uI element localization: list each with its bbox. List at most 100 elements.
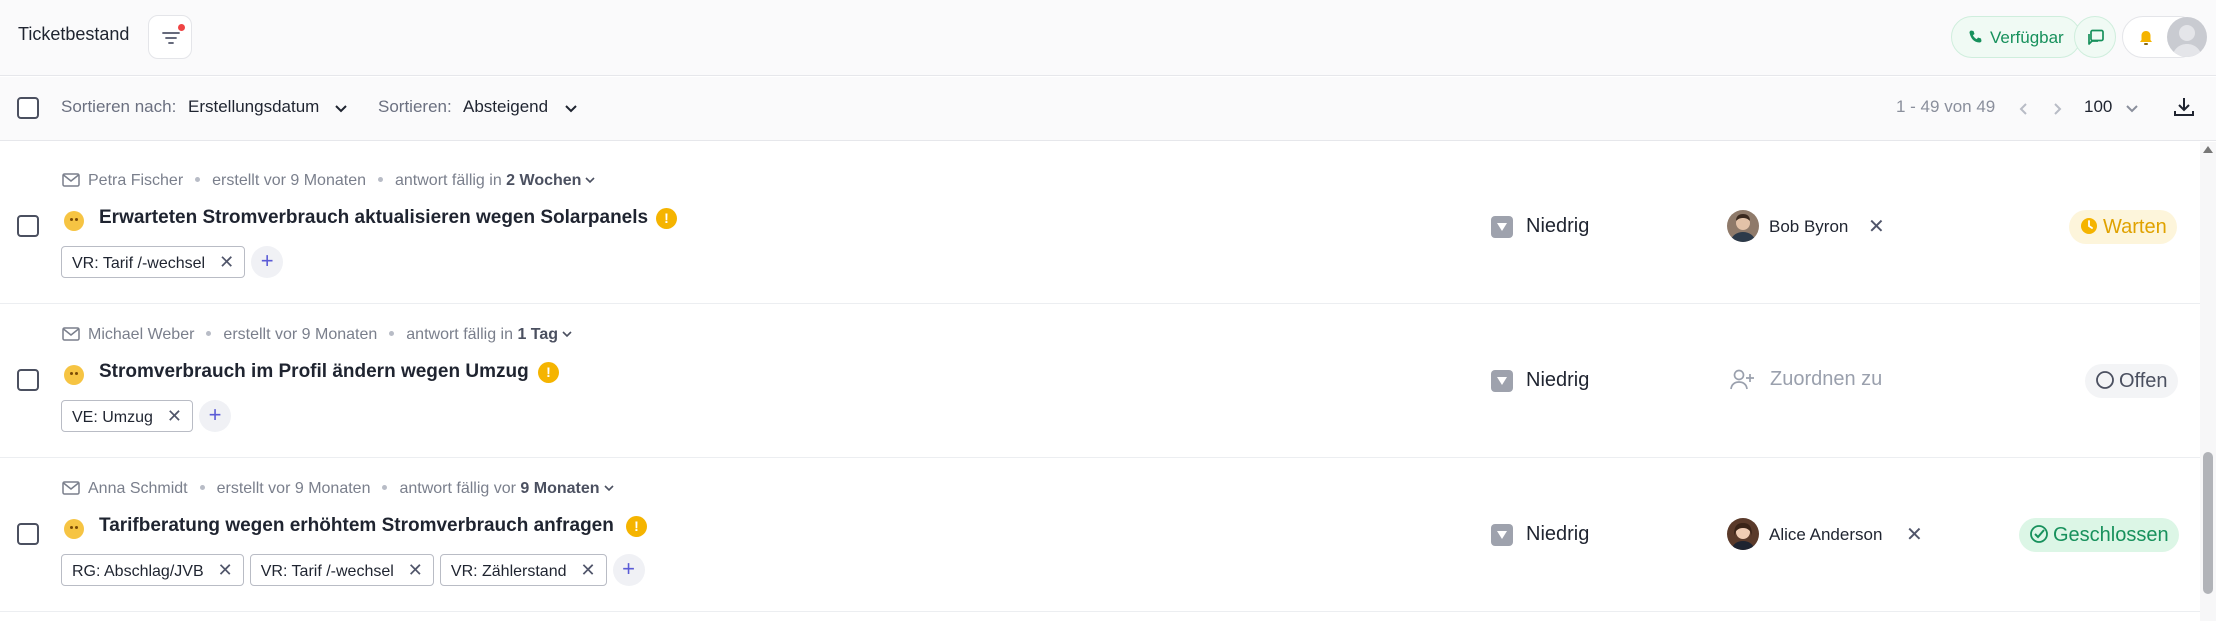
tag-label: VE: Umzug — [72, 409, 153, 426]
assign-user-icon[interactable] — [1729, 368, 1755, 392]
availability-button[interactable]: Verfügbar — [1951, 16, 2081, 58]
add-tag-button[interactable]: + — [251, 246, 284, 278]
assignee-avatar — [1727, 210, 1759, 242]
row-checkbox[interactable] — [17, 369, 39, 391]
chevron-down-icon[interactable] — [563, 101, 579, 117]
row-checkbox[interactable] — [17, 215, 39, 237]
ticket-title[interactable]: Erwarteten Stromverbrauch aktualisieren … — [99, 207, 648, 229]
chevron-down-icon[interactable] — [2124, 101, 2140, 117]
scrollbar-thumb[interactable] — [2203, 452, 2213, 594]
close-icon[interactable]: ✕ — [581, 555, 596, 585]
sentiment-icon — [64, 211, 84, 231]
tag-chip[interactable]: VR: Tarif /-wechsel ✕ — [249, 554, 434, 586]
priority-label[interactable]: Niedrig — [1526, 523, 1589, 546]
download-icon[interactable] — [2172, 95, 2196, 119]
due-prefix: antwort fällig in — [406, 326, 513, 343]
ticket-title[interactable]: Tarifberatung wegen erhöhtem Stromverbra… — [99, 515, 614, 537]
close-icon[interactable]: ✕ — [1868, 214, 1885, 239]
tag-list: VE: Umzug ✕ + — [61, 400, 232, 432]
list-toolbar: Sortieren nach: Erstellungsdatum Sortier… — [0, 77, 2216, 141]
avatar[interactable] — [2167, 17, 2207, 57]
ticket-meta: Petra Fischer erstellt vor 9 Monaten antwo… — [62, 172, 596, 190]
assignee-name[interactable]: Bob Byron — [1769, 217, 1848, 237]
next-page-icon[interactable] — [2049, 101, 2065, 117]
add-tag-button[interactable]: + — [612, 554, 645, 586]
mail-icon — [62, 327, 80, 341]
chevron-down-icon[interactable] — [561, 328, 573, 340]
warning-icon: ! — [656, 208, 677, 229]
chevron-down-icon[interactable] — [333, 101, 349, 117]
bell-icon — [2140, 31, 2152, 45]
priority-icon — [1491, 524, 1513, 546]
priority-icon — [1491, 370, 1513, 392]
due-value[interactable]: 9 Monaten — [520, 480, 599, 497]
requester-name: Petra Fischer — [88, 172, 184, 189]
chevron-down-icon[interactable] — [603, 482, 615, 494]
add-tag-button[interactable]: + — [199, 400, 232, 432]
priority-label[interactable]: Niedrig — [1526, 215, 1589, 238]
close-icon[interactable]: ✕ — [219, 247, 234, 277]
user-menu[interactable] — [2122, 16, 2207, 58]
status-badge[interactable]: Warten — [2069, 210, 2177, 244]
tag-label: VR: Tarif /-wechsel — [72, 255, 206, 272]
availability-label: Verfügbar — [1990, 28, 2064, 47]
created-time: erstellt vor 9 Monaten — [216, 480, 371, 497]
notification-dot — [178, 24, 185, 31]
close-icon[interactable]: ✕ — [408, 555, 423, 585]
row-checkbox[interactable] — [17, 523, 39, 545]
created-time: erstellt vor 9 Monaten — [223, 326, 378, 343]
table-row[interactable]: Petra Fischer erstellt vor 9 Monaten antwo… — [0, 150, 2200, 304]
ticket-meta: Anna Schmidt erstellt vor 9 Monaten antwor… — [62, 480, 615, 498]
due-value[interactable]: 1 Tag — [517, 326, 558, 343]
mail-icon — [62, 173, 80, 187]
requester-name: Anna Schmidt — [88, 480, 188, 497]
tag-label: VR: Zählerstand — [450, 563, 567, 580]
page-size-select[interactable]: 100 — [2084, 97, 2112, 117]
tag-list: RG: Abschlag/JVB ✕ VR: Tarif /-wechsel ✕ VR:… — [61, 554, 645, 586]
filter-button[interactable] — [148, 15, 192, 59]
status-label: Warten — [2103, 216, 2167, 238]
status-badge[interactable]: Offen — [2085, 364, 2178, 398]
scroll-up-arrow-icon[interactable] — [2203, 146, 2213, 153]
check-circle-icon — [2030, 525, 2048, 543]
tag-chip[interactable]: VR: Zählerstand ✕ — [439, 554, 607, 586]
page-title: Ticketbestand — [18, 24, 130, 44]
sort-order-label: Sortieren: — [378, 97, 452, 116]
chevron-down-icon[interactable] — [584, 174, 596, 186]
sort-by-select[interactable]: Erstellungsdatum — [188, 97, 319, 117]
chat-icon — [2088, 29, 2104, 45]
status-label: Geschlossen — [2053, 524, 2169, 546]
due-prefix: antwort fällig vor — [399, 480, 516, 497]
assignee-name[interactable]: Alice Anderson — [1769, 525, 1882, 545]
close-icon[interactable]: ✕ — [1906, 522, 1923, 547]
close-icon[interactable]: ✕ — [218, 555, 233, 585]
warning-icon: ! — [626, 516, 647, 537]
created-time: erstellt vor 9 Monaten — [212, 172, 366, 189]
table-row[interactable]: Michael Weber erstellt vor 9 Monaten antwo… — [0, 304, 2200, 458]
tag-chip[interactable]: VR: Tarif /-wechsel ✕ — [61, 246, 246, 278]
assign-button[interactable]: Zuordnen zu — [1770, 368, 1882, 391]
table-row[interactable]: Anna Schmidt erstellt vor 9 Monaten antwor… — [0, 458, 2200, 612]
priority-icon — [1491, 216, 1513, 238]
sort-by-label: Sortieren nach: — [61, 97, 177, 116]
phone-icon — [1969, 30, 1982, 43]
priority-label[interactable]: Niedrig — [1526, 369, 1589, 392]
tag-chip[interactable]: RG: Abschlag/JVB ✕ — [61, 554, 244, 586]
sort-order-select[interactable]: Absteigend — [463, 97, 548, 117]
pager-range: 1 - 49 von 49 — [1896, 97, 1996, 116]
tag-list: VR: Tarif /-wechsel ✕ + — [61, 246, 284, 278]
clock-icon — [2081, 218, 2097, 234]
close-icon[interactable]: ✕ — [167, 401, 182, 431]
due-prefix: antwort fällig in — [395, 172, 502, 189]
requester-name: Michael Weber — [88, 326, 195, 343]
select-all-checkbox[interactable] — [17, 97, 39, 119]
status-label: Offen — [2119, 370, 2168, 392]
assignee-avatar — [1727, 518, 1759, 550]
due-value[interactable]: 2 Wochen — [506, 172, 581, 189]
tag-chip[interactable]: VE: Umzug ✕ — [61, 400, 194, 432]
ticket-title[interactable]: Stromverbrauch im Profil ändern wegen Um… — [99, 361, 529, 383]
previous-page-icon[interactable] — [2016, 101, 2032, 117]
status-badge[interactable]: Geschlossen — [2019, 518, 2179, 552]
warning-icon: ! — [538, 362, 559, 383]
chat-button[interactable] — [2074, 16, 2116, 58]
